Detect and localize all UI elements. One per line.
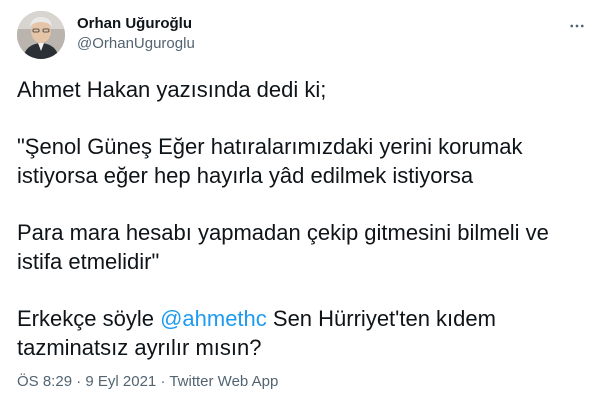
user-avatar-icon bbox=[17, 11, 65, 59]
meta-separator: · bbox=[156, 373, 170, 390]
tweet-quote-part2: Para mara hesabı yapmadan çekip gitmesin… bbox=[17, 220, 549, 274]
more-options-button[interactable] bbox=[563, 12, 591, 40]
tweet-text: Ahmet Hakan yazısında dedi ki; "Şenol Gü… bbox=[17, 75, 587, 362]
tweet-quote-part1: "Şenol Güneş Eğer hatıralarımızdaki yeri… bbox=[17, 134, 523, 188]
tweet-date[interactable]: 9 Eyl 2021 bbox=[85, 373, 156, 390]
tweet-line-intro: Ahmet Hakan yazısında dedi ki; bbox=[17, 77, 327, 102]
tweet-source[interactable]: Twitter Web App bbox=[169, 373, 278, 390]
meta-separator: · bbox=[72, 373, 86, 390]
more-horizontal-icon bbox=[570, 24, 584, 28]
tweet-question: Erkekçe söyle @ahmethc Sen Hürriyet'ten … bbox=[17, 304, 587, 362]
tweet-meta: ÖS 8:29 · 9 Eyl 2021 · Twitter Web App bbox=[17, 373, 278, 391]
author-handle[interactable]: @OrhanUguroglu bbox=[77, 35, 195, 53]
tweet-time[interactable]: ÖS 8:29 bbox=[17, 373, 72, 390]
mention-link[interactable]: @ahmethc bbox=[160, 306, 267, 331]
author-avatar[interactable] bbox=[17, 11, 65, 59]
author-display-name[interactable]: Orhan Uğuroğlu bbox=[77, 15, 192, 33]
tweet-question-start: Erkekçe söyle bbox=[17, 306, 161, 331]
tweet-card: Orhan Uğuroğlu @OrhanUguroglu Ahmet Haka… bbox=[0, 0, 605, 406]
